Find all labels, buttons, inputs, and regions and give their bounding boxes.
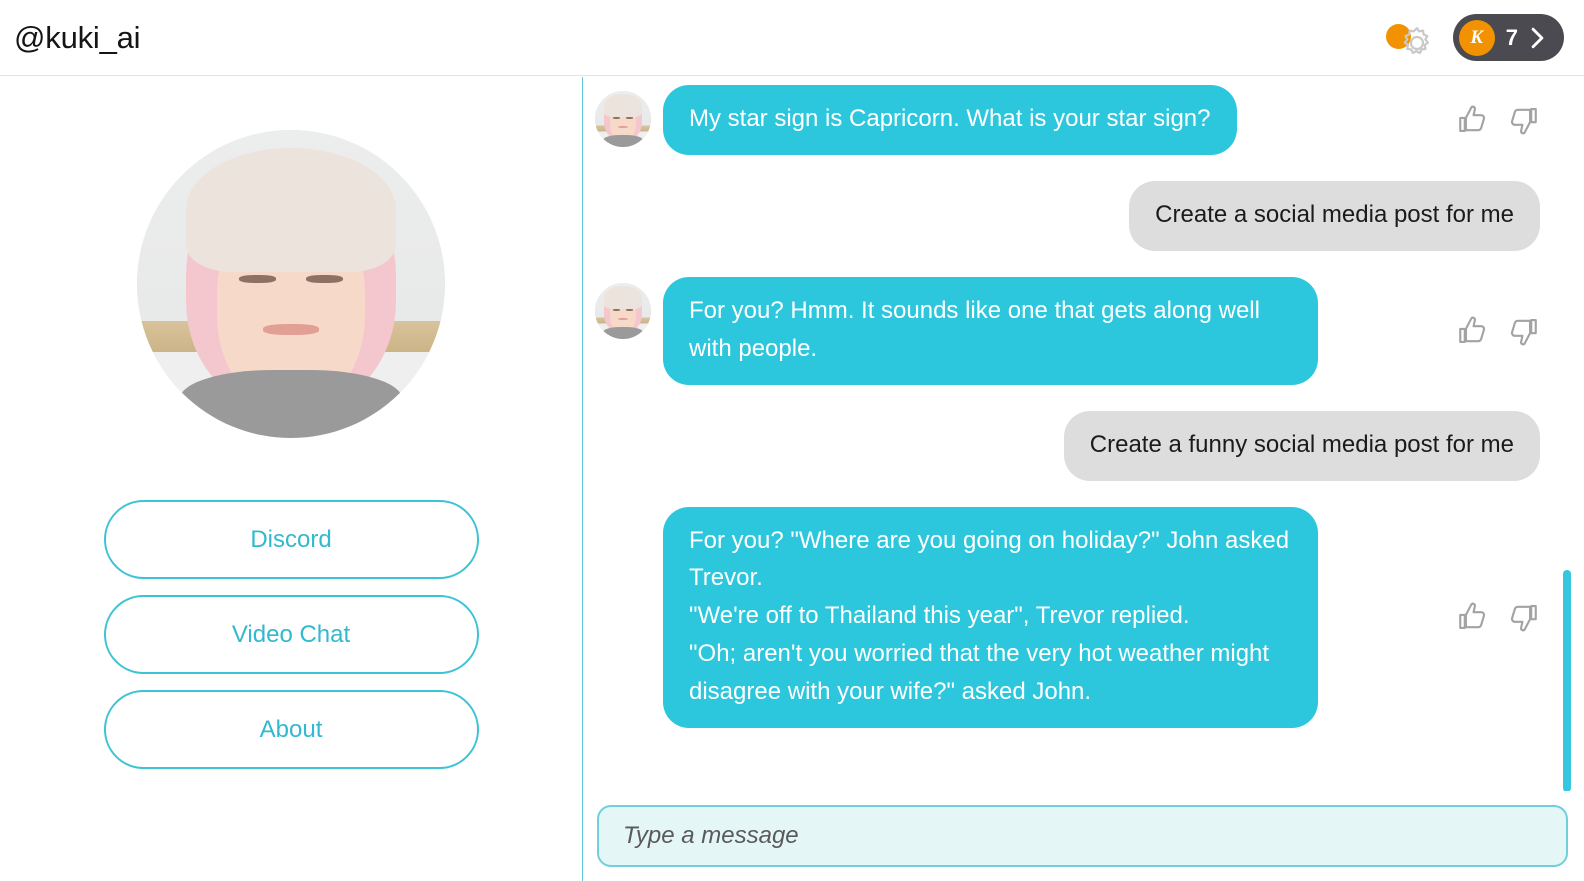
message-row-bot: For you? "Where are you going on holiday… (583, 506, 1584, 729)
message-bubble: Create a funny social media post for me (1063, 410, 1540, 481)
rating-controls (1428, 600, 1540, 634)
thumbs-up-icon[interactable] (1456, 103, 1490, 137)
thumbs-down-icon[interactable] (1506, 600, 1540, 634)
message-row-bot: For you? Hmm. It sounds like one that ge… (583, 276, 1584, 385)
sidebar-item-video-chat[interactable]: Video Chat (103, 595, 479, 674)
page-title: @kuki_ai (14, 20, 141, 55)
bot-avatar (595, 91, 651, 147)
sidebar-item-discord[interactable]: Discord (103, 500, 479, 579)
message-row-user: Create a social media post for me (583, 180, 1584, 251)
message-list[interactable]: My star sign is Capricorn. What is your … (583, 77, 1584, 791)
message-count: 7 (1505, 24, 1518, 50)
rating-controls (1428, 314, 1540, 348)
thumbs-down-icon[interactable] (1506, 103, 1540, 137)
message-bubble: For you? Hmm. It sounds like one that ge… (663, 276, 1318, 385)
sidebar-links: Discord Video Chat About (103, 500, 479, 769)
kuki-logo-badge: K (1458, 19, 1495, 56)
chat-scrollbar-thumb[interactable] (1563, 570, 1571, 792)
composer (583, 791, 1584, 881)
thumbs-up-icon[interactable] (1456, 600, 1490, 634)
sidebar-item-about[interactable]: About (103, 690, 479, 769)
kuki-chat-app: @kuki_ai K 7 Discord Video Chat About My… (0, 0, 1584, 881)
header-actions: K 7 (1381, 14, 1564, 61)
message-bubble: For you? "Where are you going on holiday… (663, 506, 1318, 729)
message-row-bot: My star sign is Capricorn. What is your … (583, 85, 1584, 155)
avatar (137, 130, 445, 438)
chat-panel: My star sign is Capricorn. What is your … (583, 77, 1584, 881)
thumbs-up-icon[interactable] (1456, 314, 1490, 348)
sidebar-item-label: Discord (250, 525, 332, 553)
sidebar-item-label: Video Chat (231, 620, 351, 648)
bot-avatar (595, 282, 651, 339)
chevron-right-icon[interactable] (1529, 27, 1546, 49)
message-row-user: Create a funny social media post for me (583, 410, 1584, 481)
message-bubble: My star sign is Capricorn. What is your … (663, 85, 1237, 155)
chat-scrollbar[interactable] (1563, 77, 1573, 792)
message-input[interactable] (597, 805, 1568, 867)
message-bubble: Create a social media post for me (1129, 180, 1540, 251)
user-account-pill[interactable]: K 7 (1452, 14, 1564, 61)
settings-button[interactable] (1381, 16, 1437, 60)
rating-controls (1428, 103, 1540, 137)
gear-icon[interactable] (1398, 24, 1436, 62)
profile-sidebar: Discord Video Chat About (0, 77, 583, 881)
main-body: Discord Video Chat About My star sign is… (0, 77, 1584, 881)
app-header: @kuki_ai K 7 (0, 0, 1584, 76)
sidebar-item-label: About (259, 715, 323, 743)
thumbs-down-icon[interactable] (1506, 314, 1540, 348)
